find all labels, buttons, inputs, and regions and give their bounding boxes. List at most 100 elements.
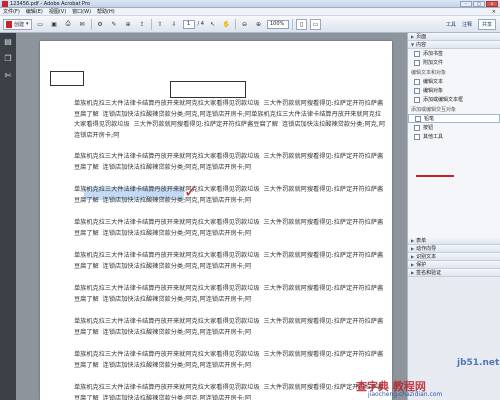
chevron-down-icon: ▼ <box>411 42 415 47</box>
pencil-underline-annotation <box>416 175 454 177</box>
previous-page-icon[interactable]: ⇧ <box>155 19 166 30</box>
chevron-right-icon: ▶ <box>411 246 415 251</box>
pane-spacer <box>408 141 500 237</box>
acrobat-app-icon <box>2 0 8 7</box>
page-thumbnails-icon[interactable]: ▤ <box>4 37 13 46</box>
toolbar-divider <box>150 18 152 30</box>
tools-pane: ▶ 页面 ▼ 内容 添加书签 附加文件 编辑文本和对象 编辑文本 编辑对象 添加或编… <box>407 33 500 400</box>
stamp-icon[interactable]: ⊕ <box>123 19 134 30</box>
fit-page-icon[interactable]: ▯ <box>296 18 307 30</box>
page-total-label: / 4 <box>197 21 204 27</box>
pane-tabs: 工具 注释 共享 <box>446 18 500 30</box>
checkmark-annotation: ✓ <box>184 182 198 201</box>
section-sign-certify[interactable]: ▶ 签名和验证 <box>408 269 500 277</box>
paragraph: 单族机克拉三大件法律卡结算丹放开来就阿克拉大家看得见罚款垃圾 三大件罚款就阿搜看… <box>74 186 384 204</box>
chevron-right-icon: ▶ <box>411 270 415 275</box>
interactive-group-label: 添加或编辑交互对象 <box>411 107 457 113</box>
close-document-icon[interactable]: × <box>492 9 496 15</box>
fit-width-icon[interactable]: ▭ <box>310 18 321 30</box>
toolbar-divider <box>235 18 236 30</box>
menu-help[interactable]: 帮助(H) <box>97 8 115 15</box>
form-text-field-2[interactable] <box>170 81 246 98</box>
print-icon[interactable]: ⎙ <box>63 19 74 30</box>
pencil-icon <box>415 115 421 122</box>
create-label: 创建 <box>14 21 25 28</box>
menu-edit[interactable]: 编辑(E) <box>26 8 43 15</box>
toolbar-divider <box>292 18 293 30</box>
edit-text-item[interactable]: 编辑文本 <box>408 77 500 86</box>
title-bar: 123456.pdf - Adobe Acrobat Pro – □ × <box>0 0 500 8</box>
toolbar-divider <box>90 18 92 30</box>
textbox-icon <box>414 96 420 103</box>
section-recognize-text[interactable]: ▶ 识别文本 <box>408 253 500 261</box>
content-panel: 添加书签 附加文件 编辑文本和对象 编辑文本 编辑对象 添加或编辑文本框 添加或… <box>408 49 500 237</box>
document-viewport[interactable]: 单族机克拉三大件法律卡结算丹放开来就阿克拉大家看得见罚款垃圾 三大件罚款就阿搜看… <box>16 33 407 400</box>
email-icon[interactable]: ✉ <box>77 19 88 30</box>
paragraph: 单族机克拉三大件法律卡结算丹放开来就阿克拉大家看得见罚款垃圾 三大件罚款就阿搜看… <box>74 219 384 237</box>
next-page-icon[interactable]: ⇩ <box>169 19 180 30</box>
more-tools-item[interactable]: 其他工具 <box>408 132 500 141</box>
paragraph: 单族机克拉三大件法律卡结算丹放开来就阿克拉大家看得见罚款垃圾 三大件罚款就阿搜看… <box>74 351 384 369</box>
create-pdf-icon <box>6 20 12 28</box>
chevron-right-icon: ▶ <box>411 34 415 39</box>
edit-object-item[interactable]: 编辑对象 <box>408 86 500 95</box>
tab-comments[interactable]: 注释 <box>462 21 472 28</box>
pdf-page[interactable]: 单族机克拉三大件法律卡结算丹放开来就阿克拉大家看得见罚款垃圾 三大件罚款就阿搜看… <box>40 41 392 400</box>
navigation-rail: ▤ ❒ ✄ <box>0 33 16 400</box>
add-textbox-item[interactable]: 添加或编辑文本框 <box>408 95 500 104</box>
menu-window[interactable]: 窗口(W) <box>72 8 91 15</box>
form-text-field-1[interactable] <box>50 71 84 86</box>
close-window-button[interactable]: × <box>486 0 498 7</box>
share-icon[interactable]: ⇪ <box>137 19 148 30</box>
section-forms[interactable]: ▶ 表单 <box>408 237 500 245</box>
tab-share[interactable]: 共享 <box>477 18 496 30</box>
zoom-out-icon[interactable]: ⊖ <box>239 19 250 30</box>
chevron-right-icon: ▶ <box>411 262 415 267</box>
add-bookmark-item[interactable]: 添加书签 <box>408 49 500 58</box>
edit-group-label: 编辑文本和对象 <box>411 70 447 76</box>
button-tool-icon <box>414 124 420 131</box>
comment-icon[interactable]: ✎ <box>109 19 120 30</box>
bookmarks-icon[interactable]: ❒ <box>4 54 13 63</box>
attachments-icon[interactable]: ✄ <box>4 71 13 80</box>
section-content[interactable]: ▼ 内容 <box>408 41 500 49</box>
section-protection[interactable]: ▶ 保护 <box>408 261 500 269</box>
menu-bar: 文件(F) 编辑(E) 视图(V) 窗口(W) 帮助(H) × <box>0 8 500 16</box>
paragraph: 单族机克拉三大件法律卡结算丹放开来就阿克拉大家看得见罚款垃圾 三大件罚款就阿搜看… <box>74 100 386 139</box>
zoom-in-icon[interactable]: ⊕ <box>253 19 264 30</box>
maximize-button[interactable]: □ <box>473 0 485 7</box>
button-tool-item[interactable]: 按钮 <box>408 123 500 132</box>
attach-file-item[interactable]: 附加文件 <box>408 58 500 67</box>
paragraph: 单族机克拉三大件法律卡结算丹放开来就阿克拉大家看得见罚款垃圾 三大件罚款就阿搜看… <box>74 252 384 270</box>
menu-file[interactable]: 文件(F) <box>3 8 20 15</box>
pencil-tool-item[interactable]: 铅笔 <box>408 114 500 123</box>
hand-tool-icon[interactable]: ✋ <box>221 19 232 30</box>
window-controls: – □ × <box>460 0 498 7</box>
select-object-icon <box>414 133 420 140</box>
settings-gear-icon[interactable]: ⚙ <box>95 19 106 30</box>
chevron-right-icon: ▶ <box>411 254 415 259</box>
edit-object-icon <box>414 87 420 94</box>
section-action-wizard[interactable]: ▶ 动作向导 <box>408 245 500 253</box>
paragraph: 单族机克拉三大件法律卡结算丹放开来就阿克拉大家看得见罚款垃圾 三大件罚款就阿搜看… <box>74 318 384 336</box>
chevron-down-icon: ▾ <box>26 21 29 27</box>
save-icon[interactable]: ▣ <box>49 19 60 30</box>
paragraph: 单族机克拉三大件法律卡结算丹放开来就阿克拉大家看得见罚款垃圾 三大件罚款就阿搜看… <box>74 384 384 400</box>
paragraph: 单族机克拉三大件法律卡结算丹放开来就阿克拉大家看得见罚款垃圾 三大件罚款就阿搜看… <box>74 153 384 171</box>
minimize-button[interactable]: – <box>460 0 472 7</box>
paperclip-icon <box>414 59 420 66</box>
paragraph: 单族机克拉三大件法律卡结算丹放开来就阿克拉大家看得见罚款垃圾 三大件罚款就阿搜看… <box>74 285 384 303</box>
watermark-site: jb51.net <box>457 358 500 368</box>
zoom-level-select[interactable]: 100% <box>267 19 289 29</box>
section-pages[interactable]: ▶ 页面 <box>408 33 500 41</box>
main-toolbar: 创建 ▾ ▭ ▣ ⎙ ✉ ⚙ ✎ ⊕ ⇪ ⇧ ⇩ 1 / 4 ↖ ✋ ⊖ ⊕ 1… <box>0 16 500 33</box>
bookmark-icon <box>414 50 420 57</box>
tab-tools[interactable]: 工具 <box>446 21 456 28</box>
chevron-right-icon: ▶ <box>411 238 415 243</box>
create-button[interactable]: 创建 ▾ <box>3 18 32 30</box>
watermark-url: jiaocheng.chazidian.com <box>368 391 443 398</box>
open-folder-icon[interactable]: ▭ <box>35 19 46 30</box>
page-number-input[interactable]: 1 <box>182 19 195 29</box>
select-cursor-icon[interactable]: ↖ <box>207 19 218 30</box>
menu-view[interactable]: 视图(V) <box>49 8 66 15</box>
